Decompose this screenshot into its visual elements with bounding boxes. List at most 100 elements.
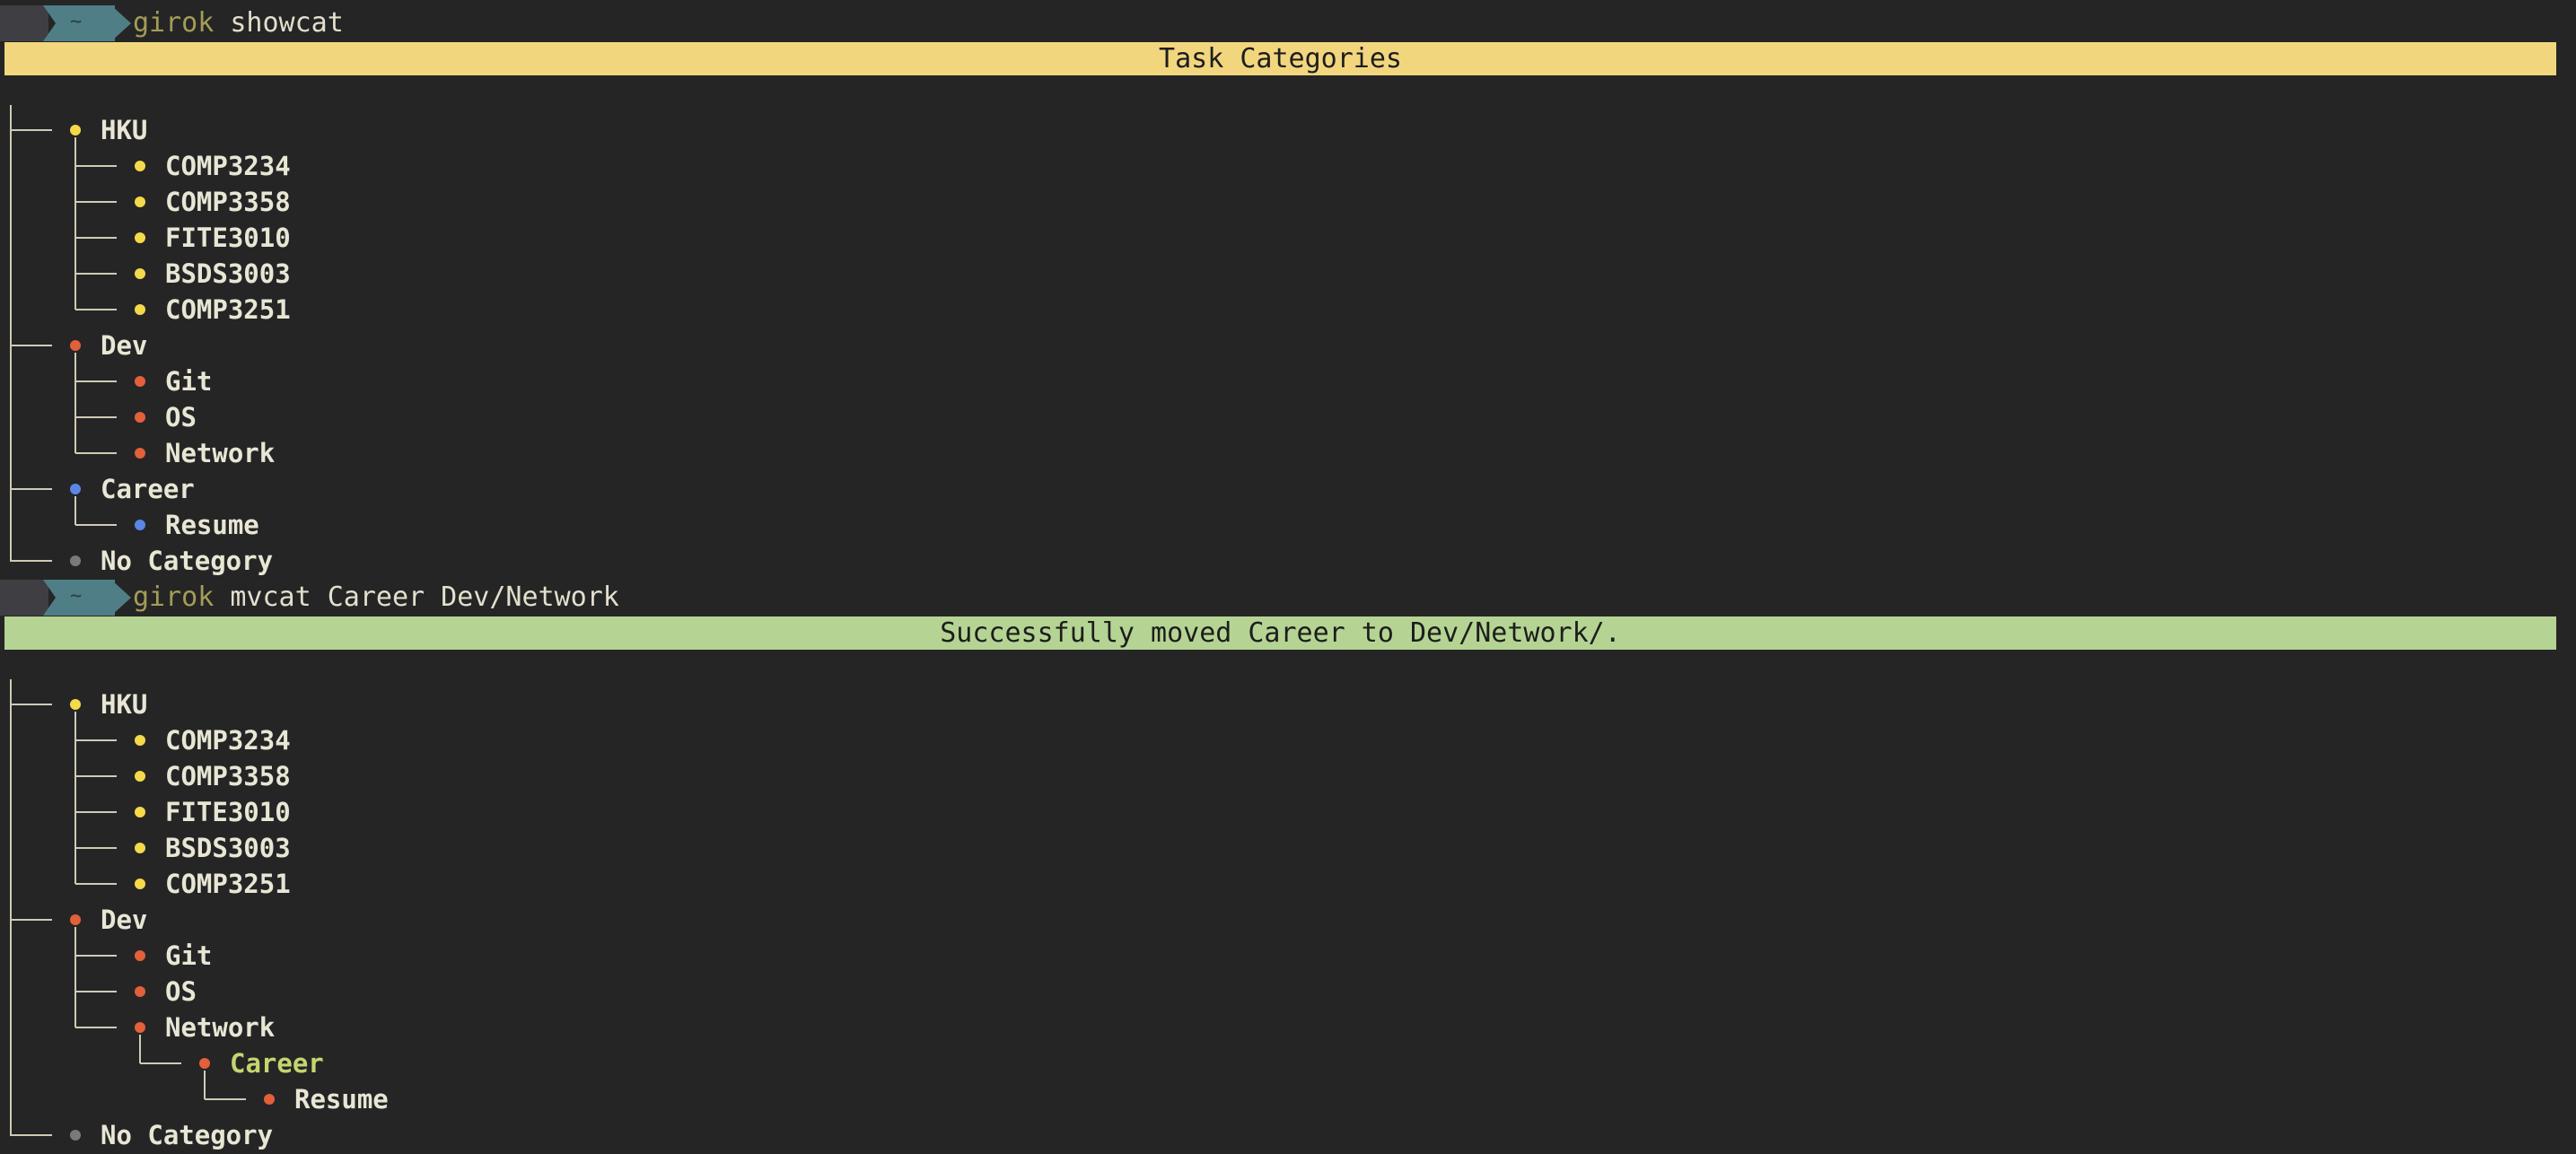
category-color-dot-icon — [135, 950, 145, 961]
category-color-dot-icon — [135, 1022, 145, 1033]
category-color-dot-icon — [135, 412, 145, 423]
command-program: girok — [133, 7, 215, 39]
tree-branch-line — [75, 416, 117, 418]
home-icon: ~ — [70, 585, 83, 608]
command-program: girok — [133, 581, 215, 613]
success-message-banner: Successfully moved Career to Dev/Network… — [4, 616, 2556, 650]
category-label: Resume — [165, 510, 259, 540]
tree-branch-line — [75, 811, 117, 813]
category-color-dot-icon — [135, 843, 145, 853]
tree-root-line — [10, 679, 12, 1136]
prompt-segment-dark — [0, 5, 48, 41]
tree-branch-line — [11, 919, 52, 921]
category-label: COMP3358 — [165, 761, 291, 791]
category-label: Network — [165, 438, 276, 468]
category-label: HKU — [101, 689, 148, 720]
tree-branch-line — [75, 883, 117, 885]
prompt-segment-dark — [0, 580, 48, 616]
command-args: mvcat Career Dev/Network — [214, 581, 619, 613]
category-label: Career — [101, 474, 195, 504]
tree-branch-line — [75, 201, 117, 203]
category-color-dot-icon — [70, 699, 81, 710]
prompt-arrow-icon — [111, 580, 131, 616]
category-label: Resume — [294, 1084, 389, 1115]
tree-branch-line — [11, 560, 52, 562]
category-label: Dev — [101, 330, 148, 361]
category-label: COMP3234 — [165, 151, 291, 181]
tree-branch-line — [75, 380, 117, 382]
tree-branch-line — [75, 309, 117, 310]
tree-root-line — [10, 105, 12, 562]
prompt-line-2: ~ girok mvcat Career Dev/Network — [0, 574, 2576, 619]
category-label: HKU — [101, 115, 148, 145]
category-label: No Category — [101, 546, 274, 576]
category-label: COMP3251 — [165, 869, 291, 899]
category-label: COMP3251 — [165, 294, 291, 325]
category-color-dot-icon — [70, 484, 81, 494]
category-color-dot-icon — [264, 1094, 275, 1105]
category-color-dot-icon — [70, 555, 81, 566]
tree-trunk-line — [74, 353, 76, 453]
category-color-dot-icon — [135, 232, 145, 243]
category-label: Career — [230, 1048, 324, 1079]
category-label: No Category — [101, 1120, 274, 1150]
tree-branch-line — [75, 991, 117, 992]
tree-trunk-line — [74, 496, 76, 525]
category-label: Dev — [101, 905, 148, 935]
tree-branch-line — [75, 524, 117, 526]
tree-branch-line — [75, 847, 117, 849]
tree-branch-line — [75, 237, 117, 239]
command-text: girok mvcat Career Dev/Network — [133, 580, 619, 616]
category-color-dot-icon — [135, 161, 145, 171]
command-text: girok showcat — [133, 5, 344, 41]
tree-branch-line — [11, 488, 52, 490]
categories-title-banner: Task Categories — [4, 42, 2556, 75]
category-label: BSDS3003 — [165, 833, 291, 863]
tree-branch-line — [11, 1134, 52, 1136]
category-color-dot-icon — [135, 376, 145, 387]
category-color-dot-icon — [135, 448, 145, 459]
category-label: FITE3010 — [165, 223, 291, 253]
tree-branch-line — [11, 345, 52, 346]
category-color-dot-icon — [70, 125, 81, 136]
category-color-dot-icon — [135, 304, 145, 315]
tree-branch-line — [75, 1027, 117, 1028]
tree-branch-line — [11, 129, 52, 131]
category-color-dot-icon — [135, 771, 145, 782]
tree-branch-line — [75, 273, 117, 275]
tree-branch-line — [75, 955, 117, 957]
category-color-dot-icon — [199, 1058, 210, 1069]
category-color-dot-icon — [135, 879, 145, 889]
category-color-dot-icon — [70, 340, 81, 351]
prompt-arrow-icon — [111, 5, 131, 41]
tree-branch-line — [75, 739, 117, 741]
category-label: COMP3234 — [165, 725, 291, 756]
tree-trunk-line — [74, 927, 76, 1027]
tree-trunk-line — [74, 137, 76, 310]
tree-trunk-line — [139, 1035, 141, 1063]
category-color-dot-icon — [70, 1130, 81, 1141]
category-label: Network — [165, 1012, 276, 1043]
category-color-dot-icon — [135, 268, 145, 279]
tree-trunk-line — [204, 1071, 206, 1099]
command-args: showcat — [214, 7, 344, 39]
tree-branch-line — [75, 452, 117, 454]
prompt-line-1: ~ girok showcat — [0, 0, 2576, 45]
tree-trunk-line — [74, 712, 76, 884]
category-label: OS — [165, 402, 197, 433]
home-icon: ~ — [70, 11, 83, 33]
category-color-dot-icon — [135, 197, 145, 207]
category-label: COMP3358 — [165, 187, 291, 217]
category-color-dot-icon — [135, 520, 145, 530]
category-label: FITE3010 — [165, 797, 291, 827]
tree-branch-line — [75, 165, 117, 167]
category-label: OS — [165, 976, 197, 1007]
category-color-dot-icon — [135, 986, 145, 997]
category-color-dot-icon — [135, 735, 145, 746]
tree-branch-line — [140, 1062, 181, 1064]
category-label: Git — [165, 366, 213, 397]
tree-branch-line — [75, 775, 117, 777]
tree-branch-line — [205, 1098, 246, 1100]
category-color-dot-icon — [135, 807, 145, 817]
category-color-dot-icon — [70, 914, 81, 925]
